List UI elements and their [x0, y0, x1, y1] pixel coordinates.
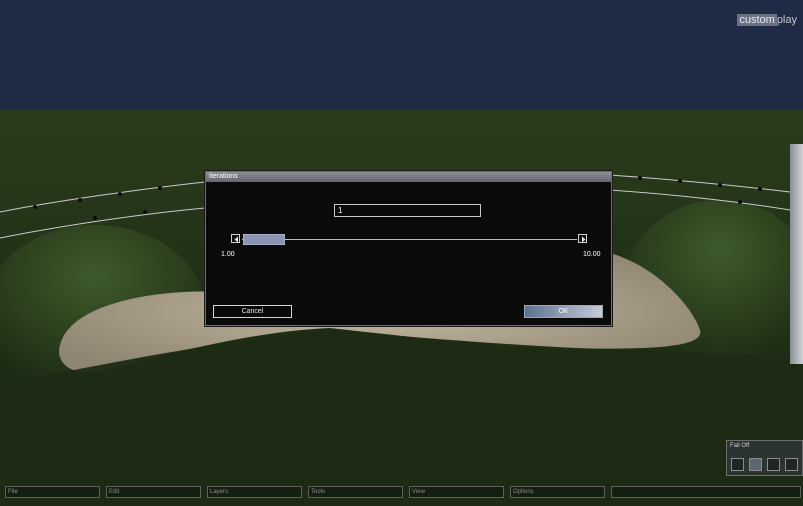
slider-decrease-button[interactable]: [231, 234, 240, 243]
menu-view[interactable]: View: [409, 486, 504, 498]
menu-tools[interactable]: Tools: [308, 486, 403, 498]
iterations-dialog: Iterations 1 1.00 10.00 Cancel OK: [205, 171, 612, 326]
slider-thumb[interactable]: [243, 234, 285, 245]
menu-options[interactable]: Options: [510, 486, 605, 498]
menu-layers[interactable]: Layers: [207, 486, 302, 498]
brand-logo: custom play: [737, 14, 797, 26]
dialog-title: Iterations: [206, 172, 611, 182]
menu-edit[interactable]: Edit: [106, 486, 201, 498]
falloff-option-4-button[interactable]: [785, 458, 798, 471]
falloff-panel: Fall Off: [726, 440, 803, 476]
iterations-input[interactable]: 1: [334, 204, 481, 217]
chevron-left-icon: [234, 236, 238, 243]
falloff-title: Fall Off: [730, 443, 750, 449]
bottom-menu-bar: File Edit Layers Tools View Options: [0, 486, 803, 500]
slider-track[interactable]: [242, 239, 577, 240]
falloff-option-3-button[interactable]: [767, 458, 780, 471]
falloff-option-2-button[interactable]: [749, 458, 762, 471]
side-panel-handle[interactable]: [790, 144, 803, 364]
slider-increase-button[interactable]: [578, 234, 587, 243]
chevron-right-icon: [582, 236, 586, 243]
cancel-button[interactable]: Cancel: [213, 305, 292, 318]
brand-part-1: custom: [737, 14, 777, 26]
slider-min-label: 1.00: [221, 251, 235, 258]
brand-part-2: play: [776, 14, 797, 26]
slider-max-label: 10.00: [583, 251, 601, 258]
menu-file[interactable]: File: [5, 486, 100, 498]
menu-status-field: [611, 486, 801, 498]
ok-button[interactable]: OK: [524, 305, 603, 318]
sky: [0, 0, 803, 112]
falloff-option-1-button[interactable]: [731, 458, 744, 471]
